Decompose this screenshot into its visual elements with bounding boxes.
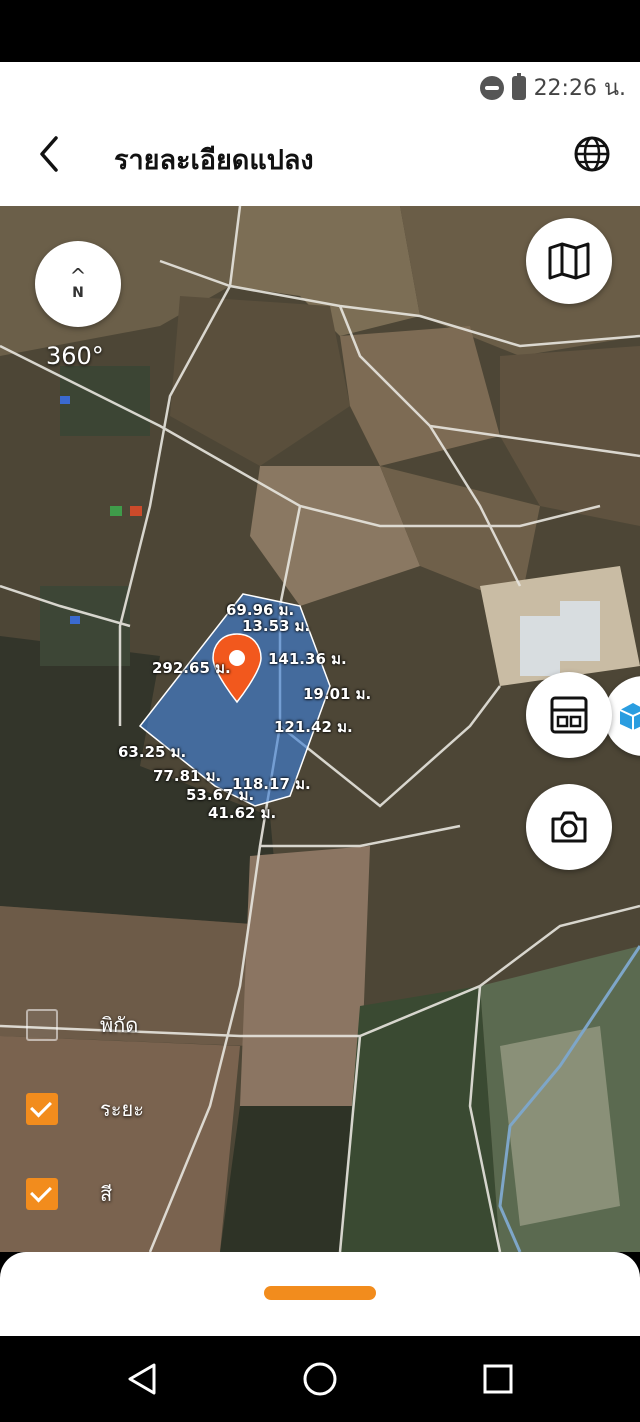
distance-checkbox[interactable]	[26, 1093, 58, 1125]
globe-icon	[574, 136, 610, 172]
distance-label: 141.36 ม.	[268, 650, 347, 668]
map-layers-button[interactable]	[526, 218, 612, 304]
toggle-color[interactable]: สี	[26, 1178, 112, 1210]
status-time: 22:26 น.	[533, 76, 626, 101]
distance-label: 41.62 ม.	[208, 804, 277, 822]
cube-3d-icon	[619, 703, 640, 730]
toggle-label: ระยะ	[100, 1097, 144, 1121]
distance-label: 19.01 ม.	[303, 685, 372, 703]
toggle-coordinates[interactable]: พิกัด	[26, 1009, 138, 1041]
page-title: รายละเอียดแปลง	[114, 145, 314, 176]
color-checkbox[interactable]	[26, 1178, 58, 1210]
nav-back-button[interactable]	[124, 1361, 160, 1397]
battery-charging-icon	[511, 72, 526, 100]
bottom-sheet[interactable]	[0, 1252, 640, 1336]
compass-button[interactable]: ^ N	[35, 241, 121, 327]
status-bar: 22:26 น.	[0, 62, 640, 110]
satellite-map[interactable]: ^ N 360° 69.96 ม. 13.53 ม. 292.65 ม. 141…	[0, 206, 640, 1252]
document-button[interactable]	[526, 672, 612, 758]
distance-label: 292.65 ม.	[152, 659, 231, 677]
toggle-distance[interactable]: ระยะ	[26, 1093, 144, 1125]
nav-recent-button[interactable]	[480, 1361, 516, 1397]
compass-arrow-icon: ^	[69, 264, 87, 288]
toggle-label: พิกัด	[100, 1013, 139, 1037]
top-bezel	[0, 0, 640, 62]
camera-icon	[551, 811, 587, 843]
nav-back-icon	[128, 1363, 156, 1395]
coordinates-checkbox[interactable]	[26, 1009, 58, 1041]
map-layers-icon	[548, 242, 590, 280]
system-nav-bar	[0, 1336, 640, 1422]
distance-label: 63.25 ม.	[118, 743, 187, 761]
nav-home-icon	[303, 1362, 337, 1396]
nav-home-button[interactable]	[302, 1361, 338, 1397]
nav-recent-icon	[483, 1364, 513, 1394]
sheet-drag-handle[interactable]	[264, 1286, 376, 1300]
globe-button[interactable]	[572, 134, 612, 174]
document-icon	[550, 696, 588, 734]
compass-north-label: N	[72, 285, 84, 301]
toggle-label: สี	[100, 1182, 113, 1206]
distance-label: 13.53 ม.	[242, 617, 311, 635]
do-not-disturb-icon	[479, 75, 504, 100]
app-header: รายละเอียดแปลง	[0, 110, 640, 206]
chevron-left-icon	[40, 136, 58, 172]
rotation-label: 360°	[46, 342, 104, 370]
camera-button[interactable]	[526, 784, 612, 870]
distance-label: 121.42 ม.	[274, 718, 353, 736]
back-button[interactable]	[30, 134, 70, 174]
